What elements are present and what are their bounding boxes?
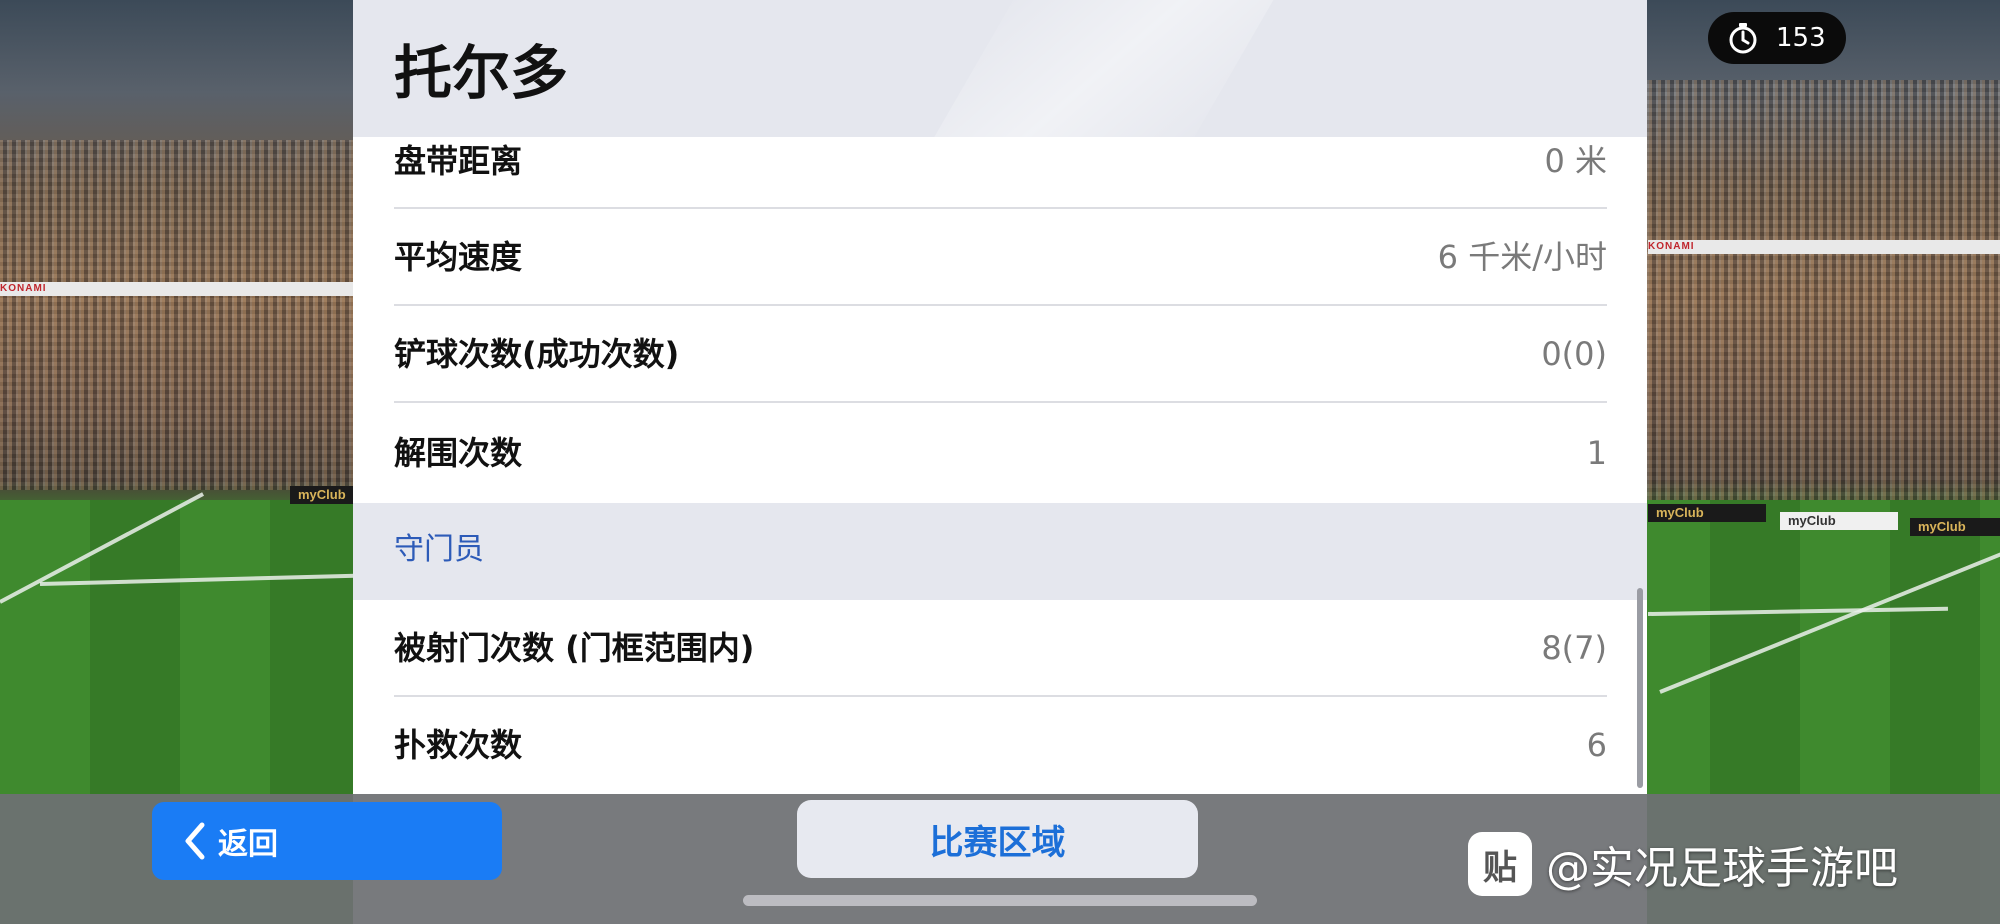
stat-label: 铲球次数(成功次数): [394, 335, 680, 373]
stat-value: 6 千米/小时: [1437, 238, 1607, 276]
game-screen: KONAMI KONAMI myClub myClub myClub myClu…: [0, 0, 2000, 924]
stat-value: 0 米: [1544, 142, 1607, 180]
watermark: 贴 @实况足球手游吧: [1468, 832, 1898, 896]
stat-value: 0(0): [1541, 335, 1607, 373]
stat-row-saves: 扑救次数 6: [394, 697, 1607, 794]
stat-label: 盘带距离: [394, 142, 523, 180]
match-timer: 153: [1708, 12, 1846, 64]
stat-value: 1: [1586, 434, 1607, 472]
stopwatch-icon: [1729, 23, 1757, 54]
watermark-text: @实况足球手游吧: [1546, 843, 1898, 894]
stat-row-clearances: 解围次数 1: [394, 403, 1607, 503]
stat-label: 扑救次数: [394, 726, 523, 764]
chevron-left-icon: [185, 822, 205, 860]
stat-row-shots-faced: 被射门次数 (门框范围内) 8(7): [394, 600, 1607, 697]
crowd-right: [1640, 80, 2000, 500]
stat-value: 8(7): [1541, 629, 1607, 667]
stat-row-average-speed: 平均速度 6 千米/小时: [394, 209, 1607, 306]
tieba-logo: 贴: [1468, 832, 1532, 896]
timer-value: 153: [1776, 23, 1826, 53]
ad-board-right-3: myClub: [1910, 518, 2000, 536]
stat-label: 被射门次数 (门框范围内): [394, 629, 755, 667]
match-area-button[interactable]: 比赛区域: [797, 800, 1198, 878]
back-button[interactable]: 返回: [152, 802, 502, 880]
stat-row-tackles: 铲球次数(成功次数) 0(0): [394, 306, 1607, 403]
back-button-label: 返回: [218, 827, 278, 862]
stat-value: 6: [1586, 726, 1607, 764]
sponsor-strip-right: KONAMI: [1648, 240, 2000, 254]
stat-label: 解围次数: [394, 434, 523, 472]
player-name: 托尔多: [394, 39, 569, 107]
stat-label: 平均速度: [394, 238, 523, 276]
stat-row-dribble-distance: 盘带距离 0 米: [394, 115, 1607, 209]
scrollbar[interactable]: [1637, 588, 1643, 788]
player-stats-panel[interactable]: 托尔多 盘带距离 0 米 平均速度 6 千米/小时 铲球次数(成功次数) 0(0…: [353, 0, 1647, 924]
ad-board-right-1: myClub: [1648, 504, 1766, 522]
home-indicator[interactable]: [743, 895, 1257, 906]
section-title: 守门员: [394, 532, 484, 567]
ad-board-right-2: myClub: [1780, 512, 1898, 530]
sponsor-strip-left: KONAMI: [0, 282, 360, 296]
crowd-left: [0, 140, 360, 490]
section-header-goalkeeper: 守门员: [353, 503, 1647, 600]
